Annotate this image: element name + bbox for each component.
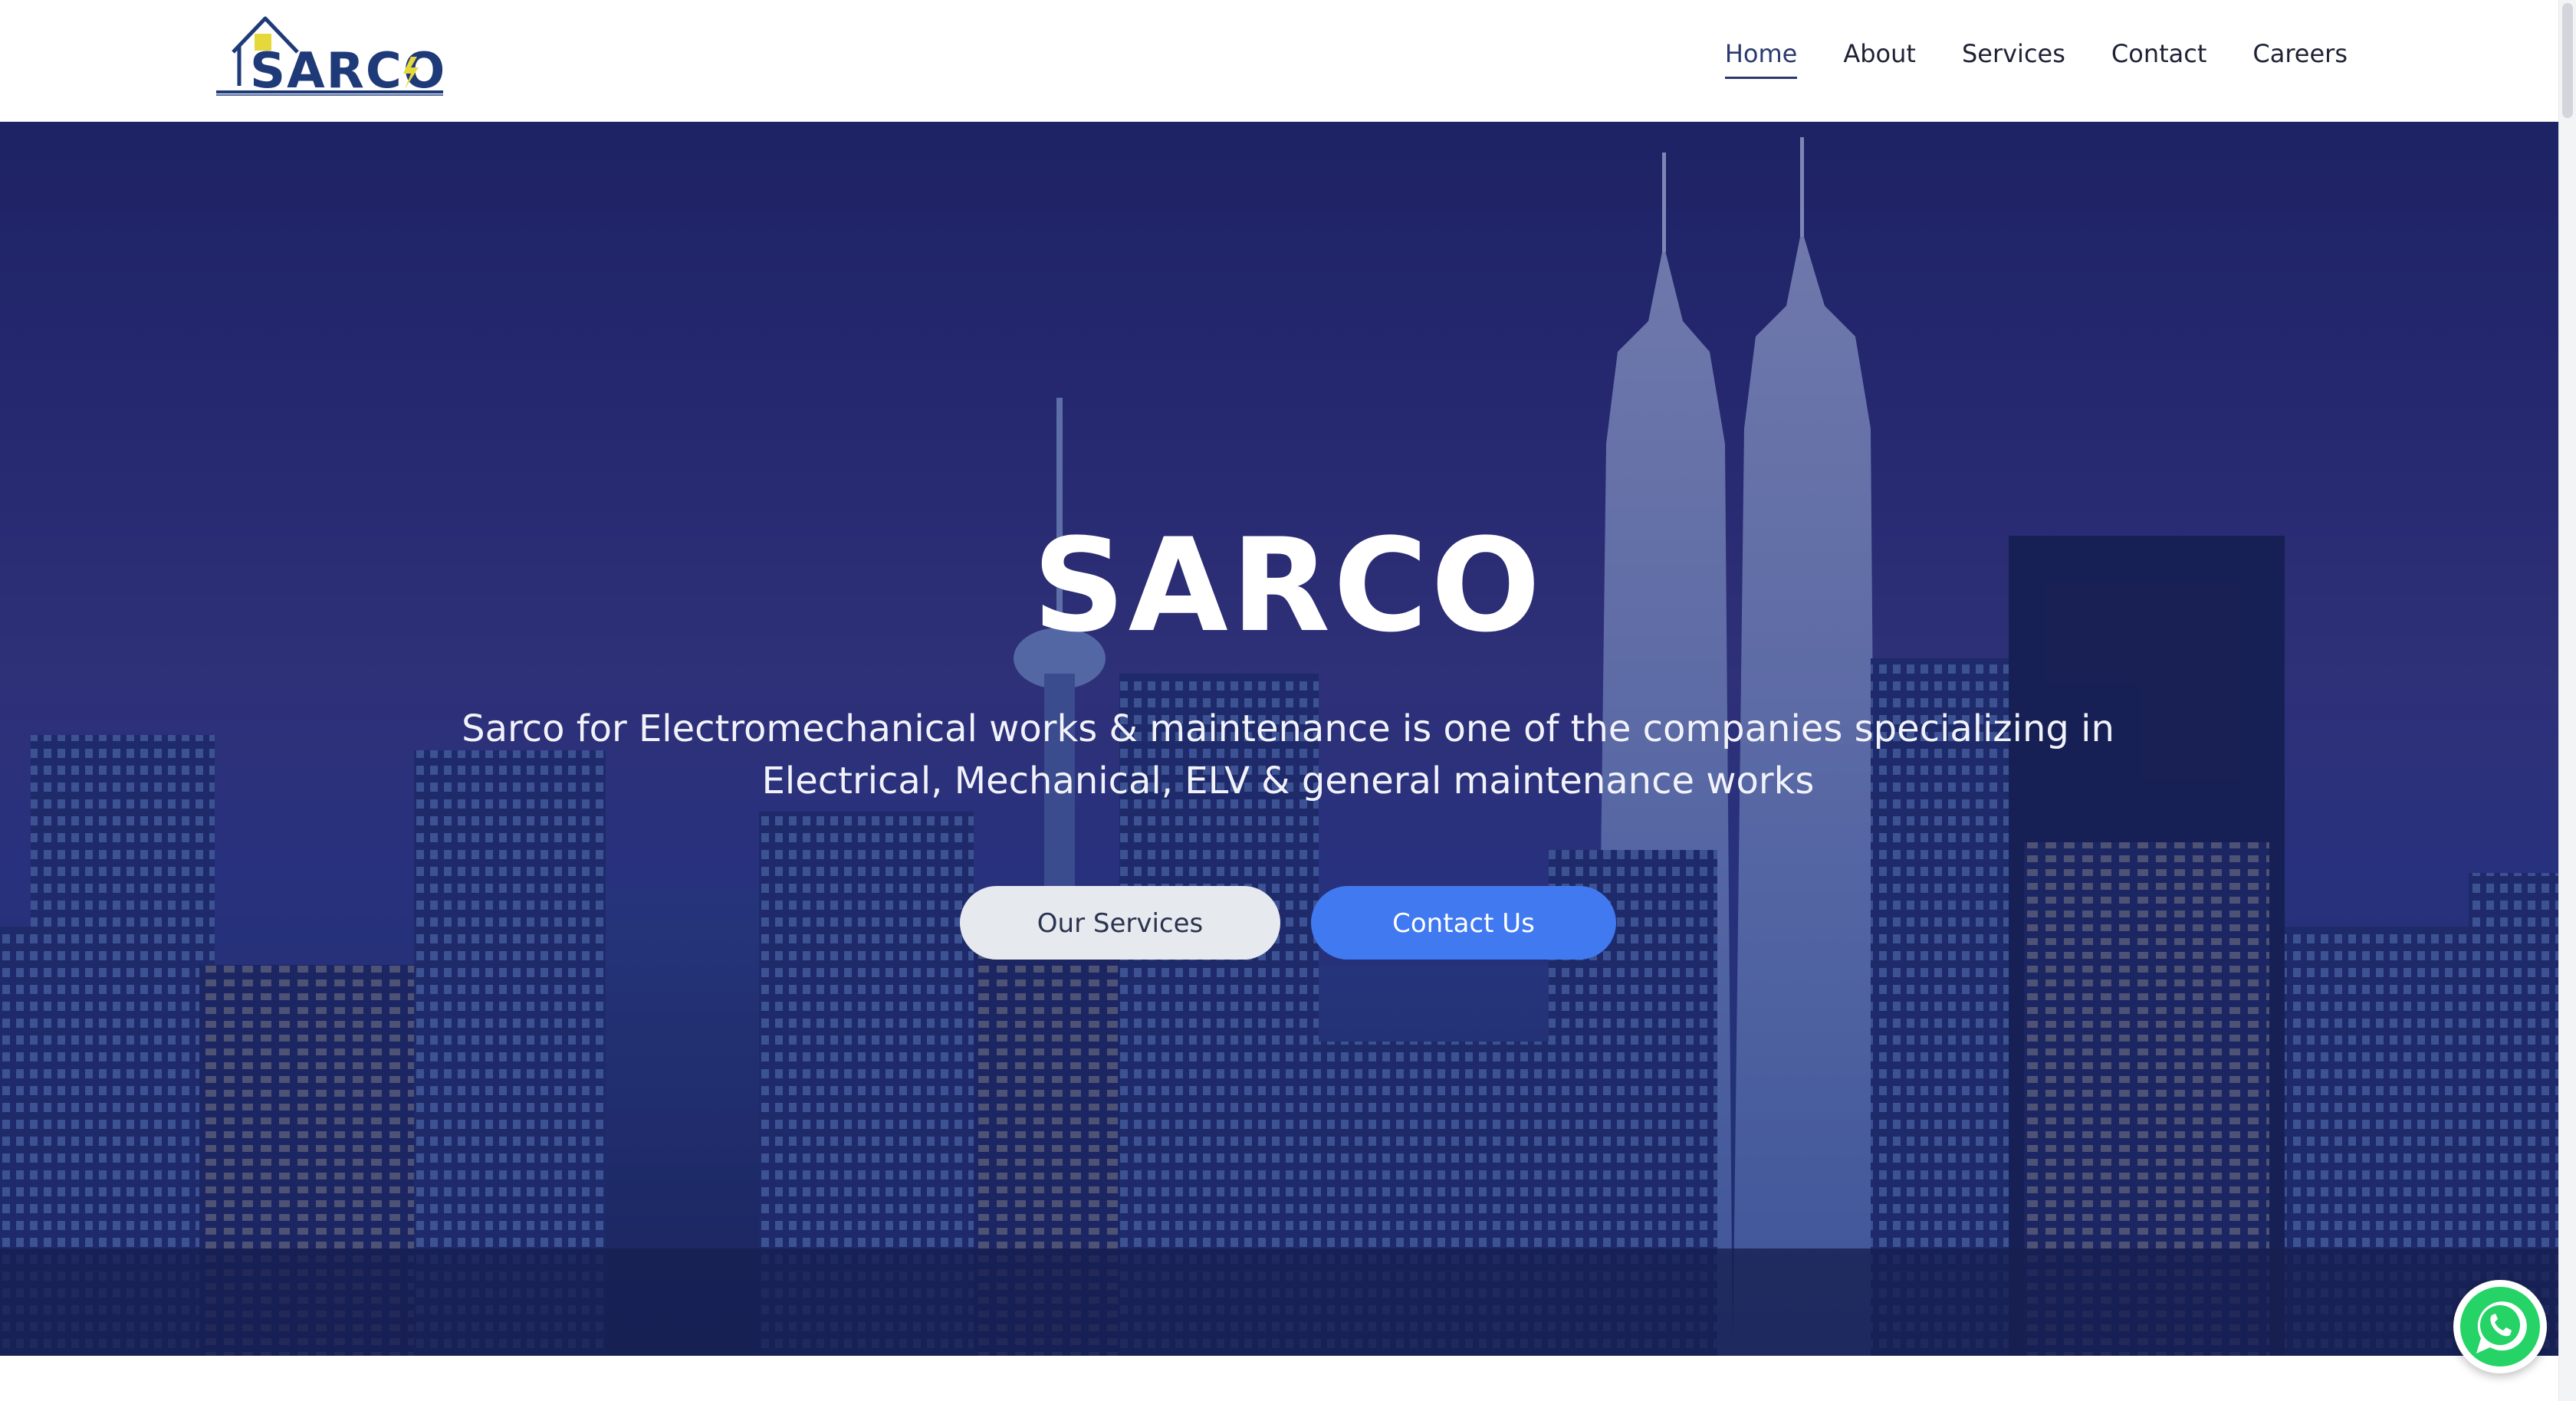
whatsapp-chat-button[interactable] [2453,1280,2547,1373]
nav-about-link[interactable]: About [1843,38,1916,79]
nav-careers-link[interactable]: Careers [2252,38,2348,79]
our-services-button[interactable]: Our Services [960,886,1280,960]
whatsapp-icon [2460,1287,2540,1367]
hero-section: SARCO Sarco for Electromechanical works … [0,122,2576,1356]
nav-home-link[interactable]: Home [1724,38,1798,79]
main-nav: Home About Services Contact Careers [1724,38,2348,79]
scrollbar-thumb[interactable] [2562,3,2573,118]
nav-contact-link[interactable]: Contact [2111,38,2207,79]
sarco-logo[interactable]: SARCO [210,9,449,100]
hero-content: SARCO Sarco for Electromechanical works … [0,122,2576,1356]
contact-us-button[interactable]: Contact Us [1311,886,1616,960]
hero-subtitle: Sarco for Electromechanical works & main… [462,707,2114,802]
nav-services-link[interactable]: Services [1962,38,2065,79]
logo-mark: SARCO [216,16,445,100]
site-header: SARCO Home About Services Contact Career… [0,0,2576,122]
hero-title: SARCO [1032,510,1544,661]
page-scrollbar[interactable] [2558,0,2576,1401]
